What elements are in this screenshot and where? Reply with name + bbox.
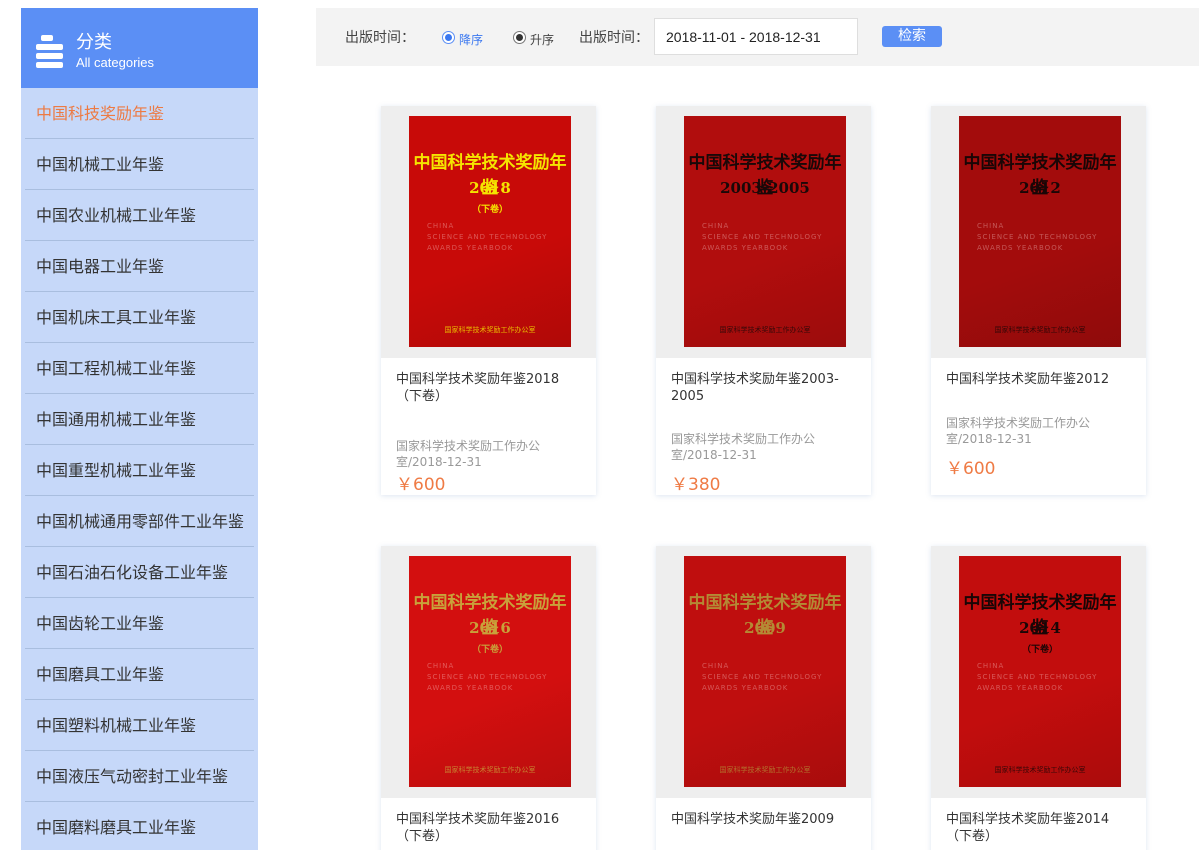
cover-volume: （下卷） xyxy=(471,645,508,655)
book-title[interactable]: 中国科学技术奖励年鉴2009 xyxy=(671,811,856,828)
book-title[interactable]: 中国科学技术奖励年鉴2003-2005 xyxy=(671,371,856,405)
book-info: 中国科学技术奖励年鉴2009 xyxy=(656,798,871,828)
book-price: ￥380 xyxy=(671,475,721,495)
book-publisher-date: 国家科学技术奖励工作办公室/2018-12-31 xyxy=(671,432,816,462)
book-card[interactable]: 中国科学技术奖励年鉴 2009 CHINA SCIENCE AND TECHNOLO… xyxy=(656,546,871,850)
cover-english-title: CHINA SCIENCE AND TECHNOLOGY AWARDS YEAR… xyxy=(977,222,1098,252)
cover-publisher: 国家科学技术奖励工作办公室 xyxy=(719,326,811,334)
sidebar-item[interactable]: 中国工程机械工业年鉴 xyxy=(25,343,254,394)
cover-volume: （下卷） xyxy=(471,205,508,215)
book-info: 中国科学技术奖励年鉴2003-2005 xyxy=(656,358,871,405)
search-button[interactable]: 检索 xyxy=(882,26,942,47)
book-cover-frame: 中国科学技术奖励年鉴 2016 （下卷） CHINA SCIENCE AND TECH… xyxy=(381,546,596,798)
sidebar-item[interactable]: 中国塑料机械工业年鉴 xyxy=(25,700,254,751)
cover-english-title: CHINA SCIENCE AND TECHNOLOGY AWARDS YEAR… xyxy=(427,662,548,692)
book-cover-frame: 中国科学技术奖励年鉴 2018 （下卷） CHINA SCIENCE AND TECH… xyxy=(381,106,596,358)
cover-english-title: CHINA SCIENCE AND TECHNOLOGY AWARDS YEAR… xyxy=(977,662,1098,692)
sidebar-item[interactable]: 中国石油石化设备工业年鉴 xyxy=(25,547,254,598)
cover-publisher: 国家科学技术奖励工作办公室 xyxy=(994,326,1086,334)
book-cover-image[interactable]: 中国科学技术奖励年鉴 2014 （下卷） CHINA SCIENCE AND TECH… xyxy=(959,556,1121,787)
sidebar-item[interactable]: 中国农业机械工业年鉴 xyxy=(25,190,254,241)
cover-publisher: 国家科学技术奖励工作办公室 xyxy=(444,766,536,774)
cover-volume: （下卷） xyxy=(1021,645,1058,655)
cover-english-title: CHINA SCIENCE AND TECHNOLOGY AWARDS YEAR… xyxy=(702,222,823,252)
book-card[interactable]: 中国科学技术奖励年鉴 2003-2005 CHINA SCIENCE AND TEC… xyxy=(656,106,871,495)
book-cover-image[interactable]: 中国科学技术奖励年鉴 2003-2005 CHINA SCIENCE AND TEC… xyxy=(684,116,846,347)
cover-year: 2009 xyxy=(744,619,786,637)
stacked-books-icon xyxy=(36,35,63,71)
book-card[interactable]: 中国科学技术奖励年鉴 2016 （下卷） CHINA SCIENCE AND TECH… xyxy=(381,546,596,850)
category-sidebar: 分类 All categories 中国科技奖励年鉴 中国机械工业年鉴 中国农业机械… xyxy=(21,8,258,850)
date-label: 出版时间： xyxy=(579,30,649,46)
book-cover-frame: 中国科学技术奖励年鉴 2012 CHINA SCIENCE AND TECHNOLO… xyxy=(931,106,1146,358)
sidebar-item[interactable]: 中国机械通用零部件工业年鉴 xyxy=(25,496,254,547)
book-info: 中国科学技术奖励年鉴2016（下卷） xyxy=(381,798,596,845)
book-cover-frame: 中国科学技术奖励年鉴 2014 （下卷） CHINA SCIENCE AND TECH… xyxy=(931,546,1146,798)
cover-year: 2003-2005 xyxy=(720,179,810,197)
book-info: 中国科学技术奖励年鉴2012 xyxy=(931,358,1146,388)
cover-year: 2014 xyxy=(1019,619,1061,637)
cover-year: 2016 xyxy=(469,619,511,637)
sort-label: 出版时间： xyxy=(345,30,415,46)
sidebar-item[interactable]: 中国磨料磨具工业年鉴 xyxy=(25,802,254,850)
sidebar-title: 分类 xyxy=(76,32,112,53)
sidebar-header: 分类 All categories xyxy=(21,8,258,88)
sidebar-item[interactable]: 中国齿轮工业年鉴 xyxy=(25,598,254,649)
book-title[interactable]: 中国科学技术奖励年鉴2014（下卷） xyxy=(946,811,1131,845)
sidebar-item[interactable]: 中国科技奖励年鉴 xyxy=(25,88,254,139)
book-price: ￥600 xyxy=(946,459,996,479)
book-title[interactable]: 中国科学技术奖励年鉴2016（下卷） xyxy=(396,811,581,845)
sort-asc-radio[interactable] xyxy=(513,31,526,44)
cover-year: 2018 xyxy=(469,179,511,197)
book-title[interactable]: 中国科学技术奖励年鉴2012 xyxy=(946,371,1131,388)
book-cover-image[interactable]: 中国科学技术奖励年鉴 2009 CHINA SCIENCE AND TECHNOLO… xyxy=(684,556,846,787)
book-card[interactable]: 中国科学技术奖励年鉴 2012 CHINA SCIENCE AND TECHNOLO… xyxy=(931,106,1146,495)
cover-year: 2012 xyxy=(1019,179,1061,197)
book-publisher-date: 国家科学技术奖励工作办公室/2018-12-31 xyxy=(946,416,1091,446)
sort-desc-label[interactable]: 降序 xyxy=(459,31,483,48)
book-publisher-date: 国家科学技术奖励工作办公室/2018-12-31 xyxy=(396,439,541,469)
date-range-input[interactable]: 2018-11-01 - 2018-12-31 xyxy=(654,18,858,55)
sort-asc-label[interactable]: 升序 xyxy=(530,31,554,48)
cover-publisher: 国家科学技术奖励工作办公室 xyxy=(994,766,1086,774)
filter-bar: 出版时间： 降序 升序 出版时间： 2018-11-01 - 2018-12-3… xyxy=(316,8,1199,66)
book-cover-frame: 中国科学技术奖励年鉴 2009 CHINA SCIENCE AND TECHNOLO… xyxy=(656,546,871,798)
category-list: 中国科技奖励年鉴 中国机械工业年鉴 中国农业机械工业年鉴 中国电器工业年鉴 中国机床工具… xyxy=(21,88,258,850)
book-info: 中国科学技术奖励年鉴2014（下卷） xyxy=(931,798,1146,845)
book-card[interactable]: 中国科学技术奖励年鉴 2014 （下卷） CHINA SCIENCE AND TECH… xyxy=(931,546,1146,850)
sidebar-item[interactable]: 中国电器工业年鉴 xyxy=(25,241,254,292)
book-info: 中国科学技术奖励年鉴2018（下卷） xyxy=(381,358,596,405)
sidebar-subtitle: All categories xyxy=(76,55,155,70)
cover-english-title: CHINA SCIENCE AND TECHNOLOGY AWARDS YEAR… xyxy=(427,222,548,252)
book-card[interactable]: 中国科学技术奖励年鉴 2018 （下卷） CHINA SCIENCE AND TECH… xyxy=(381,106,596,495)
book-cover-frame: 中国科学技术奖励年鉴 2003-2005 CHINA SCIENCE AND TEC… xyxy=(656,106,871,358)
book-cover-image[interactable]: 中国科学技术奖励年鉴 2018 （下卷） CHINA SCIENCE AND TECH… xyxy=(409,116,571,347)
sidebar-item[interactable]: 中国机械工业年鉴 xyxy=(25,139,254,190)
cover-publisher: 国家科学技术奖励工作办公室 xyxy=(444,326,536,334)
book-cover-image[interactable]: 中国科学技术奖励年鉴 2016 （下卷） CHINA SCIENCE AND TECH… xyxy=(409,556,571,787)
book-price: ￥600 xyxy=(396,475,446,495)
sidebar-item[interactable]: 中国重型机械工业年鉴 xyxy=(25,445,254,496)
sidebar-item[interactable]: 中国通用机械工业年鉴 xyxy=(25,394,254,445)
cover-english-title: CHINA SCIENCE AND TECHNOLOGY AWARDS YEAR… xyxy=(702,662,823,692)
cover-publisher: 国家科学技术奖励工作办公室 xyxy=(719,766,811,774)
book-title[interactable]: 中国科学技术奖励年鉴2018（下卷） xyxy=(396,371,581,405)
sort-desc-radio[interactable] xyxy=(442,31,455,44)
sidebar-item[interactable]: 中国机床工具工业年鉴 xyxy=(25,292,254,343)
sidebar-item[interactable]: 中国磨具工业年鉴 xyxy=(25,649,254,700)
sidebar-item[interactable]: 中国液压气动密封工业年鉴 xyxy=(25,751,254,802)
book-cover-image[interactable]: 中国科学技术奖励年鉴 2012 CHINA SCIENCE AND TECHNOLO… xyxy=(959,116,1121,347)
